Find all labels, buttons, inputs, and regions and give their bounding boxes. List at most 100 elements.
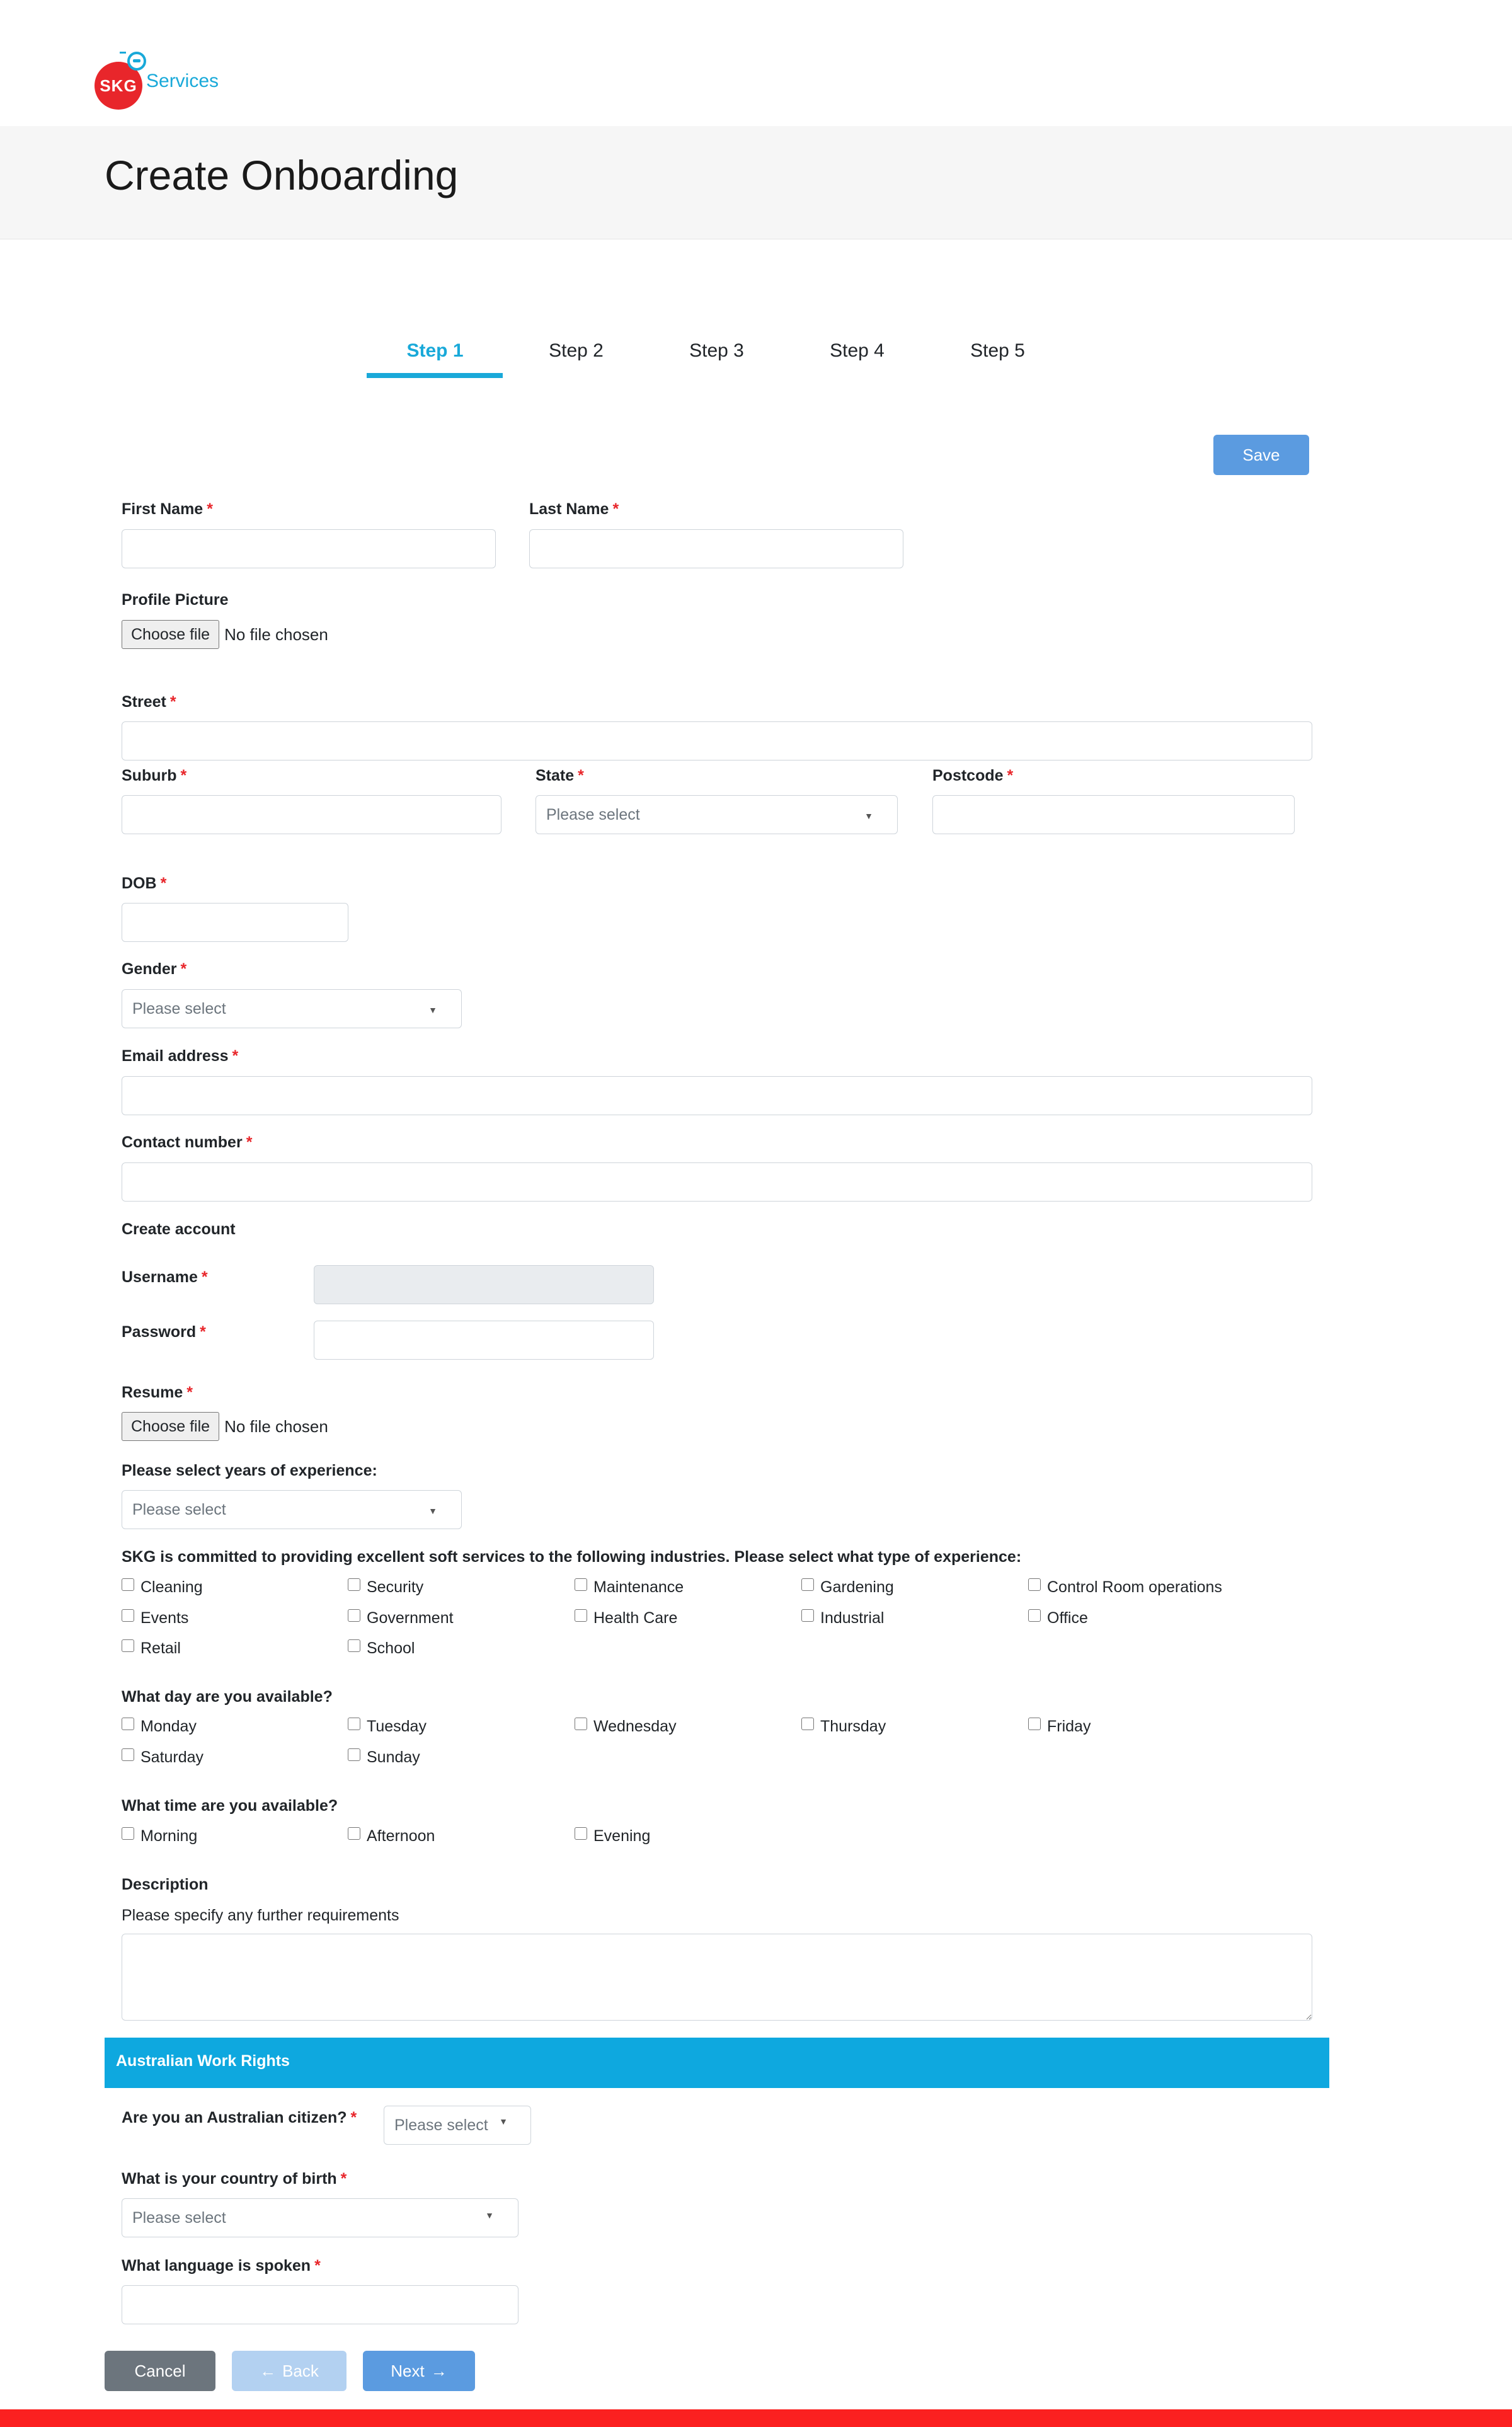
day-checkbox-tuesday[interactable]: Tuesday <box>348 1717 427 1736</box>
time-checkbox-afternoon[interactable]: Afternoon <box>348 1827 435 1845</box>
resume-file-input[interactable]: Choose file No file chosen <box>122 1412 328 1441</box>
next-label: Next <box>391 2361 425 2380</box>
day-checkbox-wednesday[interactable]: Wednesday <box>575 1717 677 1736</box>
day-checkbox-monday[interactable]: Monday <box>122 1717 197 1736</box>
description-label: Description <box>122 1876 209 1893</box>
industry-checkbox-government[interactable]: Government <box>348 1609 454 1627</box>
checkbox[interactable] <box>122 1717 134 1730</box>
citizen-select[interactable]: Please select ▼ <box>384 2106 531 2145</box>
times-question: What time are you available? <box>122 1797 338 1815</box>
language-input[interactable] <box>122 2285 518 2324</box>
checkbox[interactable] <box>575 1827 587 1840</box>
day-checkbox-sunday[interactable]: Sunday <box>348 1748 420 1767</box>
checkbox[interactable] <box>801 1717 814 1730</box>
password-label: Password * <box>122 1323 206 1341</box>
tab-step-4[interactable]: Step 4 <box>789 340 925 362</box>
checkbox[interactable] <box>348 1578 360 1591</box>
page-title: Create Onboarding <box>105 152 459 198</box>
experience-years-select[interactable]: Please select ▼ <box>122 1490 462 1529</box>
checkbox[interactable] <box>801 1609 814 1622</box>
country-of-birth-select[interactable]: Please select ▼ <box>122 2198 518 2237</box>
day-checkbox-saturday[interactable]: Saturday <box>122 1748 203 1767</box>
checkbox[interactable] <box>348 1748 360 1761</box>
industry-checkbox-industrial[interactable]: Industrial <box>801 1609 884 1627</box>
profile-picture-label: Profile Picture <box>122 591 229 609</box>
chevron-down-icon: ▼ <box>428 1005 437 1015</box>
day-checkbox-friday[interactable]: Friday <box>1028 1717 1091 1736</box>
checkbox[interactable] <box>801 1578 814 1591</box>
country-of-birth-label: What is your country of birth * <box>122 2170 347 2188</box>
street-input[interactable] <box>122 721 1312 760</box>
logo-text: SKG <box>100 76 137 95</box>
arrow-left-icon: ← <box>260 2361 277 2380</box>
description-help-text: Please specify any further requirements <box>122 1907 399 1924</box>
tab-step-2[interactable]: Step 2 <box>508 340 644 362</box>
checkbox[interactable] <box>1028 1609 1041 1622</box>
last-name-input[interactable] <box>529 529 903 568</box>
checkbox[interactable] <box>575 1609 587 1622</box>
industry-checkbox-maintenance[interactable]: Maintenance <box>575 1578 684 1597</box>
checkbox[interactable] <box>122 1609 134 1622</box>
industry-checkbox-health-care[interactable]: Health Care <box>575 1609 677 1627</box>
brand-name: Services <box>146 71 219 91</box>
postcode-input[interactable] <box>932 795 1295 834</box>
arrow-right-icon: → <box>430 2361 447 2380</box>
checkbox[interactable] <box>1028 1578 1041 1591</box>
checkbox[interactable] <box>122 1639 134 1652</box>
industry-checkbox-events[interactable]: Events <box>122 1609 188 1627</box>
create-account-heading: Create account <box>122 1220 236 1238</box>
cancel-button[interactable]: Cancel <box>105 2351 215 2391</box>
checkbox[interactable] <box>575 1717 587 1730</box>
checkbox[interactable] <box>575 1578 587 1591</box>
logo-dash <box>120 52 126 54</box>
suburb-input[interactable] <box>122 795 501 834</box>
checkbox[interactable] <box>348 1717 360 1730</box>
dob-input[interactable] <box>122 903 348 942</box>
citizen-label: Are you an Australian citizen? * <box>122 2109 357 2126</box>
tab-step-1[interactable]: Step 1 <box>367 340 503 362</box>
state-select[interactable]: Please select ▼ <box>536 795 898 834</box>
first-name-input[interactable] <box>122 529 496 568</box>
industry-checkbox-cleaning[interactable]: Cleaning <box>122 1578 203 1597</box>
industry-checkbox-control-room[interactable]: Control Room operations <box>1028 1578 1222 1597</box>
save-button[interactable]: Save <box>1213 435 1309 475</box>
time-checkbox-morning[interactable]: Morning <box>122 1827 197 1845</box>
chevron-down-icon: ▼ <box>864 811 873 821</box>
back-button[interactable]: ← Back <box>232 2351 346 2391</box>
dob-label: DOB * <box>122 875 167 892</box>
next-button[interactable]: Next → <box>363 2351 475 2391</box>
resume-label: Resume * <box>122 1384 193 1401</box>
industry-checkbox-gardening[interactable]: Gardening <box>801 1578 894 1597</box>
first-name-label: First Name * <box>122 500 213 518</box>
checkbox[interactable] <box>348 1639 360 1652</box>
back-label: Back <box>282 2361 319 2380</box>
street-label: Street * <box>122 693 176 711</box>
contact-number-input[interactable] <box>122 1162 1312 1202</box>
checkbox[interactable] <box>348 1827 360 1840</box>
day-checkbox-thursday[interactable]: Thursday <box>801 1717 886 1736</box>
checkbox[interactable] <box>122 1748 134 1761</box>
checkbox[interactable] <box>122 1827 134 1840</box>
username-input[interactable] <box>314 1265 654 1304</box>
chevron-down-icon: ▼ <box>428 1506 437 1516</box>
choose-file-button[interactable]: Choose file <box>122 620 220 649</box>
description-textarea[interactable] <box>122 1934 1312 2021</box>
time-checkbox-evening[interactable]: Evening <box>575 1827 650 1845</box>
checkbox[interactable] <box>348 1609 360 1622</box>
industry-checkbox-office[interactable]: Office <box>1028 1609 1088 1627</box>
tab-step-5[interactable]: Step 5 <box>930 340 1065 362</box>
gender-select[interactable]: Please select ▼ <box>122 989 462 1028</box>
password-input[interactable] <box>314 1321 654 1360</box>
profile-picture-file-input[interactable]: Choose file No file chosen <box>122 620 328 649</box>
email-input[interactable] <box>122 1076 1312 1115</box>
checkbox[interactable] <box>1028 1717 1041 1730</box>
industry-checkbox-school[interactable]: School <box>348 1639 415 1658</box>
checkbox[interactable] <box>122 1578 134 1591</box>
industry-checkbox-security[interactable]: Security <box>348 1578 423 1597</box>
industry-checkbox-retail[interactable]: Retail <box>122 1639 181 1658</box>
state-label: State * <box>536 767 584 784</box>
tab-step-3[interactable]: Step 3 <box>649 340 784 362</box>
file-status: No file chosen <box>224 1416 328 1436</box>
days-question: What day are you available? <box>122 1688 333 1706</box>
choose-file-button[interactable]: Choose file <box>122 1412 220 1441</box>
